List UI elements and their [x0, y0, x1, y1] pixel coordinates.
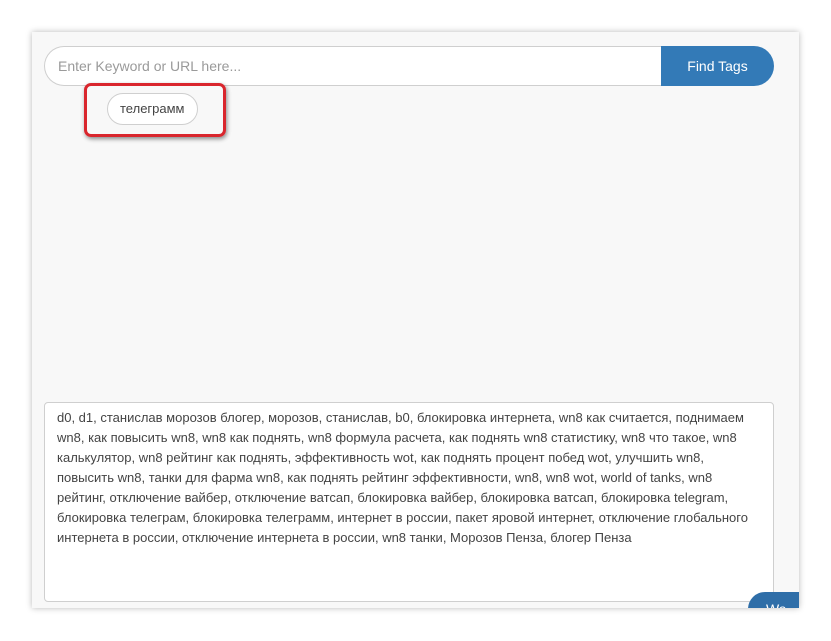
tag-finder-panel: Find Tags телеграмм d0, d1, станислав мо… — [32, 32, 799, 608]
suggested-tag-chip[interactable]: телеграмм — [107, 93, 198, 125]
corner-action-button[interactable]: Wa — [748, 592, 799, 608]
tags-output-textarea[interactable]: d0, d1, станислав морозов блогер, морозо… — [44, 402, 774, 602]
find-tags-button[interactable]: Find Tags — [661, 46, 774, 86]
search-input[interactable] — [44, 46, 661, 86]
